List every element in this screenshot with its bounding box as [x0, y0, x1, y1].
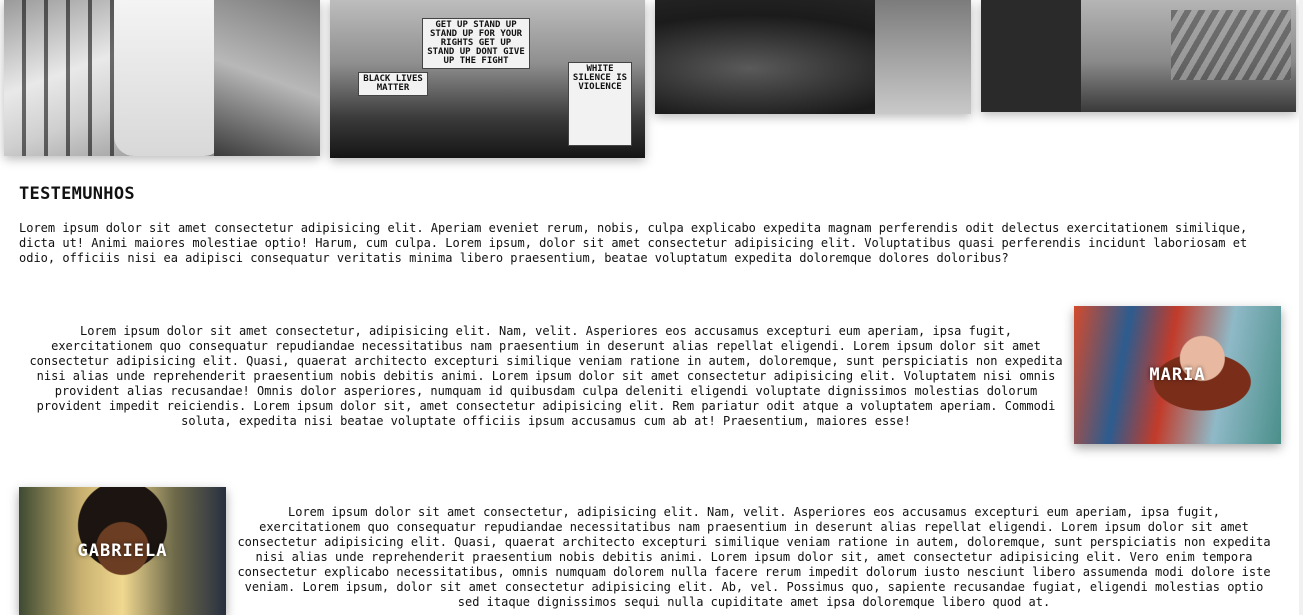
testimonial-text-gabriela: Lorem ipsum dolor sit amet consectetur, … — [237, 505, 1271, 609]
protest-sign-right: WHITE SILENCE IS VIOLENCE — [568, 62, 632, 146]
gallery-photo-street — [981, 0, 1296, 112]
protest-sign-top: GET UP STAND UP STAND UP FOR YOUR RIGHTS… — [422, 18, 530, 69]
scrollbar[interactable] — [1299, 0, 1303, 615]
section-intro: Lorem ipsum dolor sit amet consectetur a… — [19, 221, 1248, 265]
protest-sign-left: BLACK LIVES MATTER — [358, 72, 428, 96]
gallery-photo-portrait — [655, 0, 971, 114]
testimonial-avatar-maria: MARIA — [1074, 306, 1281, 444]
gallery-photo-protest: GET UP STAND UP STAND UP FOR YOUR RIGHTS… — [330, 0, 645, 158]
testimonial-text-maria: Lorem ipsum dolor sit amet consectetur, … — [29, 324, 1063, 428]
testimonial-avatar-gabriela: GABRIELA — [19, 487, 226, 615]
section-title: TESTEMUNHOS — [19, 184, 135, 204]
page: GET UP STAND UP STAND UP FOR YOUR RIGHTS… — [0, 0, 1303, 615]
gallery-photo-balcony — [4, 0, 320, 156]
testimonial-name-maria: MARIA — [1149, 365, 1206, 385]
testimonial-name-gabriela: GABRIELA — [77, 541, 168, 561]
